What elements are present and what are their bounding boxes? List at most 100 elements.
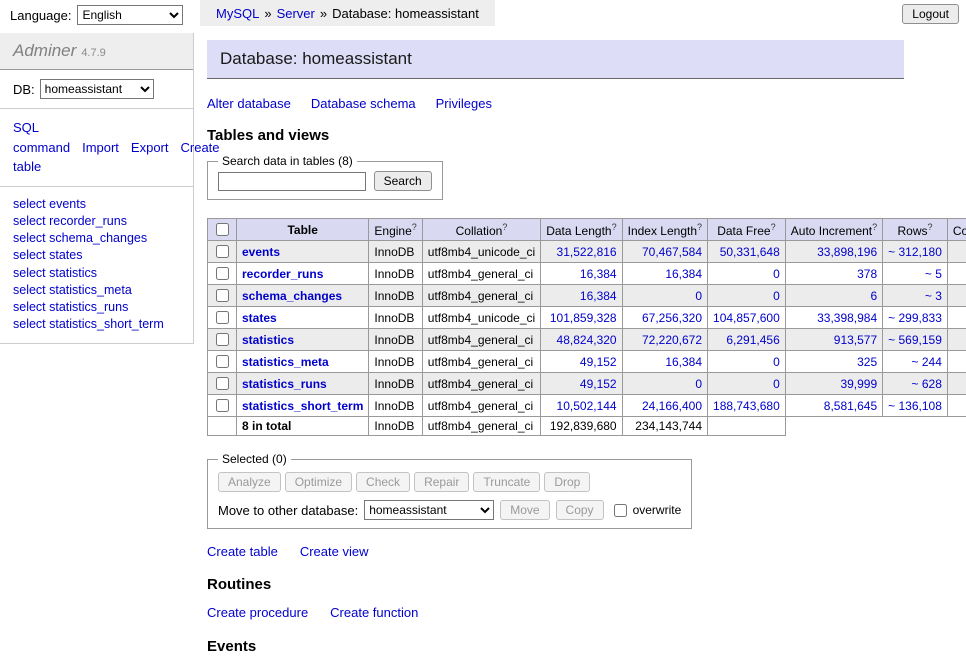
- index-length-link[interactable]: 0: [695, 377, 702, 391]
- auto-increment-link[interactable]: 913,577: [834, 333, 877, 347]
- sidebar-table-link-select-states[interactable]: select states: [13, 247, 180, 264]
- data-length-link[interactable]: 16,384: [580, 289, 617, 303]
- data-free-link[interactable]: 0: [773, 355, 780, 369]
- repair-button[interactable]: Repair: [414, 472, 469, 492]
- rows-link[interactable]: ~ 299,833: [888, 311, 942, 325]
- select-all-checkbox[interactable]: [216, 223, 229, 236]
- index-length-link[interactable]: 72,220,672: [642, 333, 702, 347]
- rows-link[interactable]: ~ 5: [925, 267, 942, 281]
- table-name-link[interactable]: statistics: [242, 333, 294, 347]
- logout-button[interactable]: Logout: [902, 4, 959, 24]
- auto-increment-link[interactable]: 33,898,196: [817, 245, 877, 259]
- help-link[interactable]: ?: [502, 222, 507, 232]
- sidebar-link-export[interactable]: Export: [131, 140, 169, 155]
- routine-link-create-procedure[interactable]: Create procedure: [207, 605, 308, 620]
- sidebar-table-link-select-statistics[interactable]: select statistics: [13, 265, 180, 282]
- data-length-link[interactable]: 10,502,144: [557, 399, 617, 413]
- row-checkbox[interactable]: [216, 267, 229, 280]
- row-checkbox[interactable]: [216, 377, 229, 390]
- move-button[interactable]: Move: [500, 500, 549, 520]
- help-link[interactable]: ?: [412, 222, 417, 232]
- search-button[interactable]: Search: [374, 171, 432, 191]
- index-length-link[interactable]: 16,384: [665, 355, 702, 369]
- table-name-link[interactable]: recorder_runs: [242, 267, 323, 281]
- db-nav-link-privileges[interactable]: Privileges: [436, 96, 492, 111]
- rows-link[interactable]: ~ 244: [912, 355, 942, 369]
- index-length-link[interactable]: 24,166,400: [642, 399, 702, 413]
- auto-increment-link[interactable]: 39,999: [840, 377, 877, 391]
- rows-link[interactable]: ~ 3: [925, 289, 942, 303]
- truncate-button[interactable]: Truncate: [473, 472, 540, 492]
- auto-increment-link[interactable]: 325: [857, 355, 877, 369]
- analyze-button[interactable]: Analyze: [218, 472, 281, 492]
- auto-increment-link[interactable]: 8,581,645: [824, 399, 877, 413]
- auto-increment-link[interactable]: 33,398,984: [817, 311, 877, 325]
- sidebar-table-link-select-statistics-runs[interactable]: select statistics_runs: [13, 299, 180, 316]
- help-link[interactable]: ?: [872, 222, 877, 232]
- sidebar-table-link-select-recorder-runs[interactable]: select recorder_runs: [13, 213, 180, 230]
- sidebar-link-sql-command[interactable]: SQL command: [13, 120, 70, 155]
- breadcrumb-link-server[interactable]: Server: [277, 6, 315, 21]
- table-name-link[interactable]: statistics_runs: [242, 377, 327, 391]
- sidebar-table-link-select-statistics-meta[interactable]: select statistics_meta: [13, 282, 180, 299]
- data-length-link[interactable]: 48,824,320: [557, 333, 617, 347]
- db-select[interactable]: homeassistant: [40, 79, 154, 99]
- index-length-link[interactable]: 0: [695, 289, 702, 303]
- overwrite-checkbox[interactable]: [614, 504, 627, 517]
- rows-link[interactable]: ~ 312,180: [888, 245, 942, 259]
- table-name-link[interactable]: statistics_short_term: [242, 399, 363, 413]
- data-length-link[interactable]: 49,152: [580, 377, 617, 391]
- db-nav-link-database-schema[interactable]: Database schema: [311, 96, 416, 111]
- data-free-link[interactable]: 188,743,680: [713, 399, 780, 413]
- help-link[interactable]: ?: [771, 222, 776, 232]
- data-free-link[interactable]: 6,291,456: [726, 333, 779, 347]
- move-db-select[interactable]: homeassistant: [364, 500, 494, 520]
- sidebar-table-link-select-schema-changes[interactable]: select schema_changes: [13, 230, 180, 247]
- rows-link[interactable]: ~ 569,159: [888, 333, 942, 347]
- data-free-link[interactable]: 50,331,648: [720, 245, 780, 259]
- create-link-create-table[interactable]: Create table: [207, 544, 278, 559]
- create-link-create-view[interactable]: Create view: [300, 544, 369, 559]
- row-checkbox[interactable]: [216, 355, 229, 368]
- data-length-link[interactable]: 101,859,328: [550, 311, 617, 325]
- table-name-link[interactable]: schema_changes: [242, 289, 342, 303]
- sidebar-table-link-select-statistics-short-term[interactable]: select statistics_short_term: [13, 316, 180, 333]
- index-length-link[interactable]: 70,467,584: [642, 245, 702, 259]
- help-link[interactable]: ?: [612, 222, 617, 232]
- help-link[interactable]: ?: [697, 222, 702, 232]
- table-name-link[interactable]: states: [242, 311, 277, 325]
- table-name-link[interactable]: statistics_meta: [242, 355, 329, 369]
- data-free-link[interactable]: 0: [773, 267, 780, 281]
- data-free-link[interactable]: 0: [773, 377, 780, 391]
- table-name-link[interactable]: events: [242, 245, 280, 259]
- row-checkbox[interactable]: [216, 289, 229, 302]
- copy-button[interactable]: Copy: [556, 500, 604, 520]
- row-checkbox[interactable]: [216, 311, 229, 324]
- search-input[interactable]: [218, 172, 366, 191]
- data-free-link[interactable]: 0: [773, 289, 780, 303]
- col-header-collation: Collation?: [422, 219, 540, 241]
- routine-link-create-function[interactable]: Create function: [330, 605, 418, 620]
- language-select[interactable]: English: [77, 5, 183, 25]
- row-checkbox[interactable]: [216, 245, 229, 258]
- breadcrumb-link-mysql[interactable]: MySQL: [216, 6, 259, 21]
- sidebar-table-link-select-events[interactable]: select events: [13, 196, 180, 213]
- data-length-link[interactable]: 16,384: [580, 267, 617, 281]
- auto-increment-link[interactable]: 378: [857, 267, 877, 281]
- check-button[interactable]: Check: [356, 472, 410, 492]
- row-checkbox[interactable]: [216, 399, 229, 412]
- data-length-link[interactable]: 49,152: [580, 355, 617, 369]
- row-checkbox[interactable]: [216, 333, 229, 346]
- auto-increment-link[interactable]: 6: [870, 289, 877, 303]
- help-link[interactable]: ?: [928, 222, 933, 232]
- optimize-button[interactable]: Optimize: [285, 472, 352, 492]
- index-length-link[interactable]: 16,384: [665, 267, 702, 281]
- data-free-link[interactable]: 104,857,600: [713, 311, 780, 325]
- sidebar-link-import[interactable]: Import: [82, 140, 119, 155]
- rows-link[interactable]: ~ 628: [912, 377, 942, 391]
- db-nav-link-alter-database[interactable]: Alter database: [207, 96, 291, 111]
- drop-button[interactable]: Drop: [544, 472, 590, 492]
- data-length-link[interactable]: 31,522,816: [557, 245, 617, 259]
- rows-link[interactable]: ~ 136,108: [888, 399, 942, 413]
- index-length-link[interactable]: 67,256,320: [642, 311, 702, 325]
